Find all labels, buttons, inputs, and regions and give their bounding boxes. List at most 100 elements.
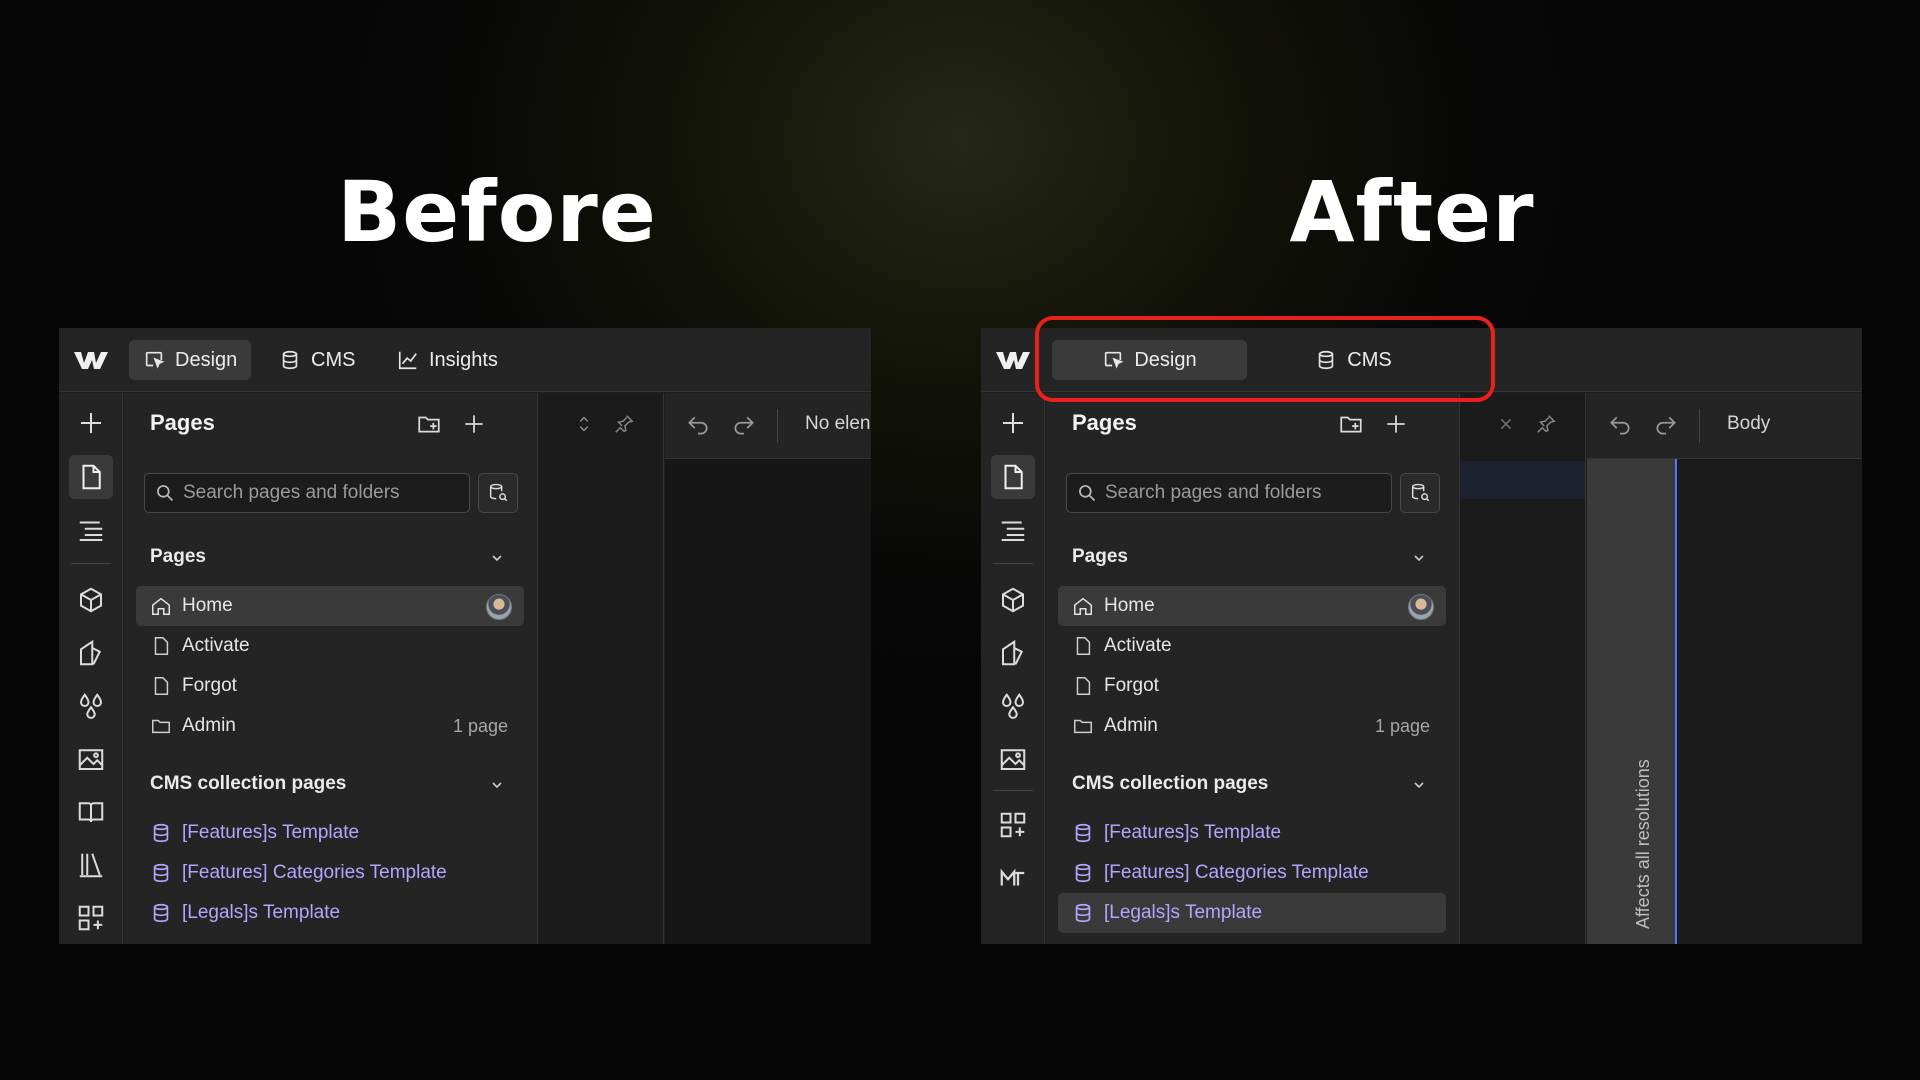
page-icon [154, 677, 169, 695]
cms-page-label: [Legals]s Template [1104, 902, 1263, 923]
pages-panel: Pages Pages Home Activate Forgot Admin [1046, 393, 1460, 944]
panel-title: Pages [150, 410, 215, 435]
libraries-icon[interactable] [69, 843, 113, 887]
database-search-icon [489, 483, 508, 502]
search-cms-button[interactable] [1400, 473, 1440, 513]
database-icon [153, 903, 169, 923]
undo-icon[interactable] [1607, 413, 1633, 439]
book-icon[interactable] [69, 790, 113, 834]
new-folder-icon[interactable] [416, 411, 442, 437]
pages-panel: Pages Pages Home Activate Forgot Admin [124, 393, 538, 944]
components-icon[interactable] [69, 578, 113, 622]
page-label: Activate [182, 635, 250, 656]
pin-icon[interactable] [1535, 413, 1557, 435]
cms-page-row[interactable]: [Legals]s Template [1058, 893, 1446, 933]
components-icon[interactable] [991, 578, 1035, 622]
page-row-forgot[interactable]: Forgot [1058, 666, 1446, 706]
insights-chart-icon [398, 351, 417, 370]
page-row-admin[interactable]: Admin 1 page [136, 706, 524, 746]
search-cms-button[interactable] [478, 473, 518, 513]
style-selectors-icon[interactable] [69, 631, 113, 675]
webflow-logo-icon [74, 352, 108, 369]
avatar [1408, 594, 1434, 620]
webflow-logo-icon [996, 352, 1030, 369]
page-icon [1076, 637, 1091, 655]
undo-icon[interactable] [685, 413, 711, 439]
canvas-area [665, 459, 871, 944]
page-row-home[interactable]: Home [1058, 586, 1446, 626]
add-element-icon[interactable] [69, 401, 113, 445]
chevron-down-icon[interactable] [1411, 777, 1427, 793]
settings-strip [1461, 393, 1586, 944]
search-field[interactable] [1066, 473, 1392, 513]
cms-page-row[interactable]: [Features]s Template [136, 813, 524, 853]
apps-grid-icon[interactable] [991, 803, 1035, 847]
chevron-down-icon[interactable] [1411, 550, 1427, 566]
pages-icon[interactable] [69, 455, 113, 499]
assets-image-icon[interactable] [69, 737, 113, 781]
page-label: Forgot [1104, 675, 1159, 696]
page-count: 1 page [1374, 715, 1430, 736]
database-search-icon [1411, 483, 1430, 502]
cms-page-label: [Features] Categories Template [1104, 862, 1369, 883]
after-screenshot: Design CMS Pages Pages [981, 328, 1862, 944]
new-folder-icon[interactable] [1338, 411, 1364, 437]
page-row-activate[interactable]: Activate [136, 626, 524, 666]
tab-design[interactable]: Design [129, 340, 251, 380]
apps-grid-icon[interactable] [69, 896, 113, 940]
cms-section-title: CMS collection pages [150, 773, 347, 794]
cms-page-row[interactable]: [Features] Categories Template [1058, 853, 1446, 893]
home-icon [1074, 597, 1092, 615]
style-selectors-icon[interactable] [991, 631, 1035, 675]
add-page-icon[interactable] [1383, 411, 1409, 437]
selection-edge [1675, 459, 1677, 944]
assets-image-icon[interactable] [991, 737, 1035, 781]
close-icon[interactable] [1495, 413, 1517, 435]
database-icon [282, 350, 298, 370]
highlight-annotation [1035, 316, 1495, 402]
database-icon [153, 823, 169, 843]
page-row-admin[interactable]: Admin 1 page [1058, 706, 1446, 746]
page-row-home[interactable]: Home [136, 586, 524, 626]
breakpoint-side-bar [1587, 459, 1675, 944]
expand-collapse-icon[interactable] [573, 413, 595, 435]
canvas-toolbar: No elen [665, 393, 871, 459]
tab-cms[interactable]: CMS [279, 340, 371, 380]
search-input[interactable] [183, 482, 453, 504]
cms-page-row[interactable]: [Features] Categories Template [136, 853, 524, 893]
cms-page-row[interactable]: [Features]s Template [1058, 813, 1446, 853]
add-page-icon[interactable] [461, 411, 487, 437]
navigator-icon[interactable] [991, 508, 1035, 552]
chevron-down-icon[interactable] [489, 550, 505, 566]
pages-icon[interactable] [991, 455, 1035, 499]
canvas-toolbar: Body [1587, 393, 1862, 459]
home-icon [152, 597, 170, 615]
variables-drops-icon[interactable] [69, 684, 113, 728]
tab-design-label: Design [175, 348, 238, 371]
selected-element-label: Body [1727, 413, 1771, 434]
page-label: Admin [1104, 715, 1158, 736]
panel-title: Pages [1072, 410, 1137, 435]
tab-insights[interactable]: Insights [397, 340, 513, 380]
page-row-forgot[interactable]: Forgot [136, 666, 524, 706]
search-field[interactable] [144, 473, 470, 513]
add-element-icon[interactable] [991, 401, 1035, 445]
variables-drops-icon[interactable] [991, 684, 1035, 728]
pin-icon[interactable] [613, 413, 635, 435]
after-heading: After [1289, 163, 1535, 261]
search-icon [157, 485, 174, 502]
page-label: Forgot [182, 675, 237, 696]
cms-page-row[interactable]: [Legals]s Template [136, 893, 524, 933]
search-input[interactable] [1105, 482, 1375, 504]
database-icon [1075, 823, 1091, 843]
page-label: Home [182, 595, 233, 616]
design-cursor-icon [145, 351, 165, 369]
app-logo-icon[interactable] [991, 856, 1035, 900]
chevron-down-icon[interactable] [489, 777, 505, 793]
left-rail [59, 393, 123, 944]
redo-icon[interactable] [731, 413, 757, 439]
redo-icon[interactable] [1653, 413, 1679, 439]
page-row-activate[interactable]: Activate [1058, 626, 1446, 666]
page-label: Admin [182, 715, 236, 736]
navigator-icon[interactable] [69, 508, 113, 552]
